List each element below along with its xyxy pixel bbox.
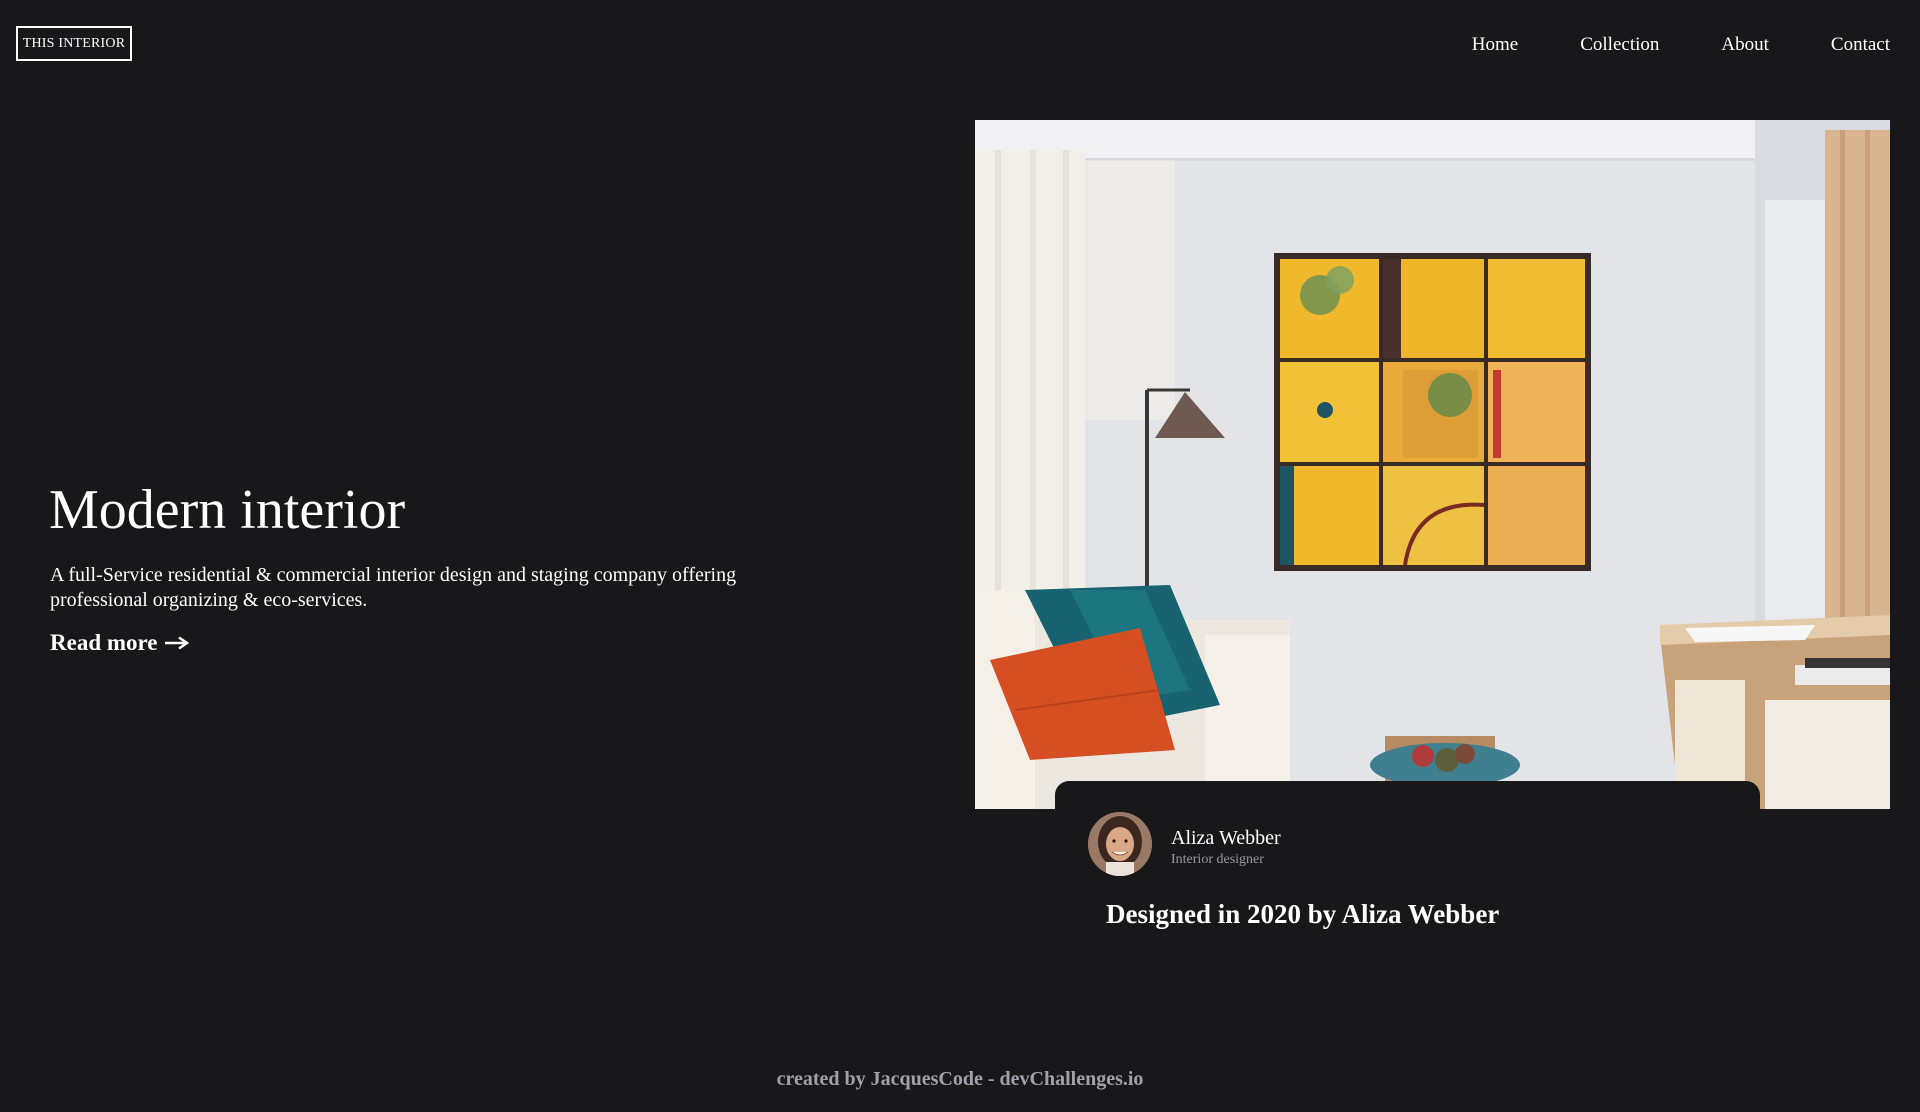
page: THIS INTERIOR Home Collection About Cont…	[0, 0, 1920, 1112]
logo-text: THIS INTERIOR	[22, 35, 126, 51]
hero-description: A full-Service residential & commercial …	[50, 564, 737, 611]
read-more-label: Read more	[50, 630, 158, 655]
nav-contact-link[interactable]: Contact	[1831, 34, 1890, 56]
footer-credit: created by JacquesCode - devChallenges.i…	[776, 1068, 1144, 1090]
designed-in-caption: Designed in 2020 by Aliza Webber	[1106, 899, 1500, 929]
designer-role: Interior designer	[1171, 852, 1264, 867]
logo[interactable]: THIS INTERIOR	[16, 26, 132, 61]
main-nav: Home Collection About Contact	[1472, 34, 1890, 56]
read-more-link[interactable]: Read more	[50, 630, 190, 656]
designer-name: Aliza Webber	[1171, 827, 1281, 849]
living-room-photo	[975, 120, 1890, 809]
designer-card: Aliza Webber Interior designer Designed …	[1055, 781, 1760, 951]
arrow-right-icon	[164, 636, 189, 650]
nav-home-link[interactable]: Home	[1472, 34, 1518, 56]
nav-collection-link[interactable]: Collection	[1580, 34, 1659, 56]
hero-title: Modern interior	[49, 479, 406, 541]
nav-about-link[interactable]: About	[1721, 34, 1769, 56]
designer-avatar	[1088, 812, 1152, 876]
